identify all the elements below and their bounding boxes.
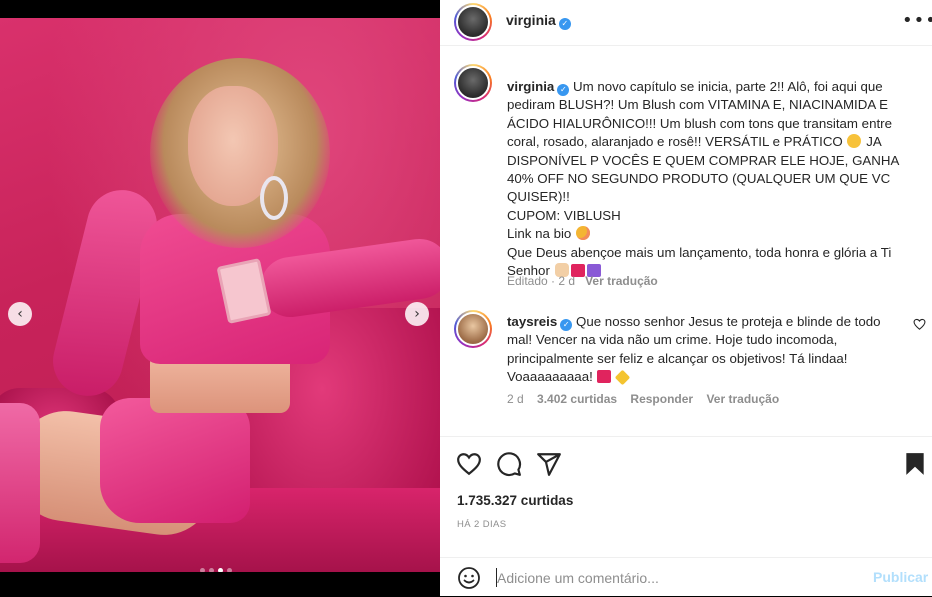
broken-heart-emoji-icon [597,370,612,384]
post-image[interactable]: ‹ › [0,18,440,572]
caption-username[interactable]: virginia [507,79,554,94]
blush-emoji-icon [576,226,591,241]
save-icon[interactable] [902,451,928,477]
share-icon[interactable] [536,451,562,477]
comment-like-icon[interactable] [913,318,926,330]
avatar[interactable] [454,3,492,41]
instagram-post-modal: ‹ › virginia✓ ••• virginia✓ Um novo capí… [0,0,932,596]
see-translation-link[interactable]: Ver tradução [585,274,658,288]
carousel-dot [200,568,205,572]
publish-button[interactable]: Publicar [873,569,928,585]
chevron-left-icon[interactable]: ‹ [8,302,32,326]
coupon-text: CUPOM: VIBLUSH [507,207,621,223]
likes-count[interactable]: 1.735.327 curtidas [457,493,573,508]
comment-username[interactable]: taysreis [507,314,557,329]
verified-icon: ✓ [557,84,570,96]
smile-emoji-icon [847,134,862,149]
carousel-dot [227,568,232,572]
avatar[interactable] [454,310,492,348]
carousel-indicator [200,568,232,572]
link-bio-text: Link na bio [507,226,572,242]
reply-link[interactable]: Responder [630,392,693,406]
sparkle-emoji-icon [614,369,631,386]
comment-likes[interactable]: 3.402 curtidas [537,392,617,406]
comment-input[interactable] [497,566,857,590]
more-icon[interactable]: ••• [902,12,932,30]
emoji-icon[interactable] [457,566,481,590]
post-header: virginia✓ ••• [440,0,932,46]
post-timestamp[interactable]: HÁ 2 DIAS [457,519,507,530]
comments-list[interactable]: virginia ✓ Um novo capítulo se inicia, pa… [440,52,932,436]
carousel-dot-active [218,568,223,572]
verified-icon: ✓ [560,319,573,331]
chevron-right-icon[interactable]: › [405,302,429,326]
like-icon[interactable] [456,451,482,477]
avatar[interactable] [454,64,492,102]
see-translation-link[interactable]: Ver tradução [706,392,779,406]
caption-meta: Editado · 2 d Ver tradução [507,274,658,288]
carousel-dot [209,568,214,572]
author-username[interactable]: virginia ✓ [506,12,571,30]
post-actions: 1.735.327 curtidas HÁ 2 DIAS Publicar [440,436,932,596]
add-comment-bar: Publicar [440,557,932,597]
comment-icon[interactable] [496,451,522,477]
verified-icon: ✓ [558,18,571,30]
comment-meta: 2 d 3.402 curtidas Responder Ver traduçã… [507,392,780,406]
post-sidebar: virginia✓ ••• virginia✓ Um novo capítulo… [440,0,932,596]
